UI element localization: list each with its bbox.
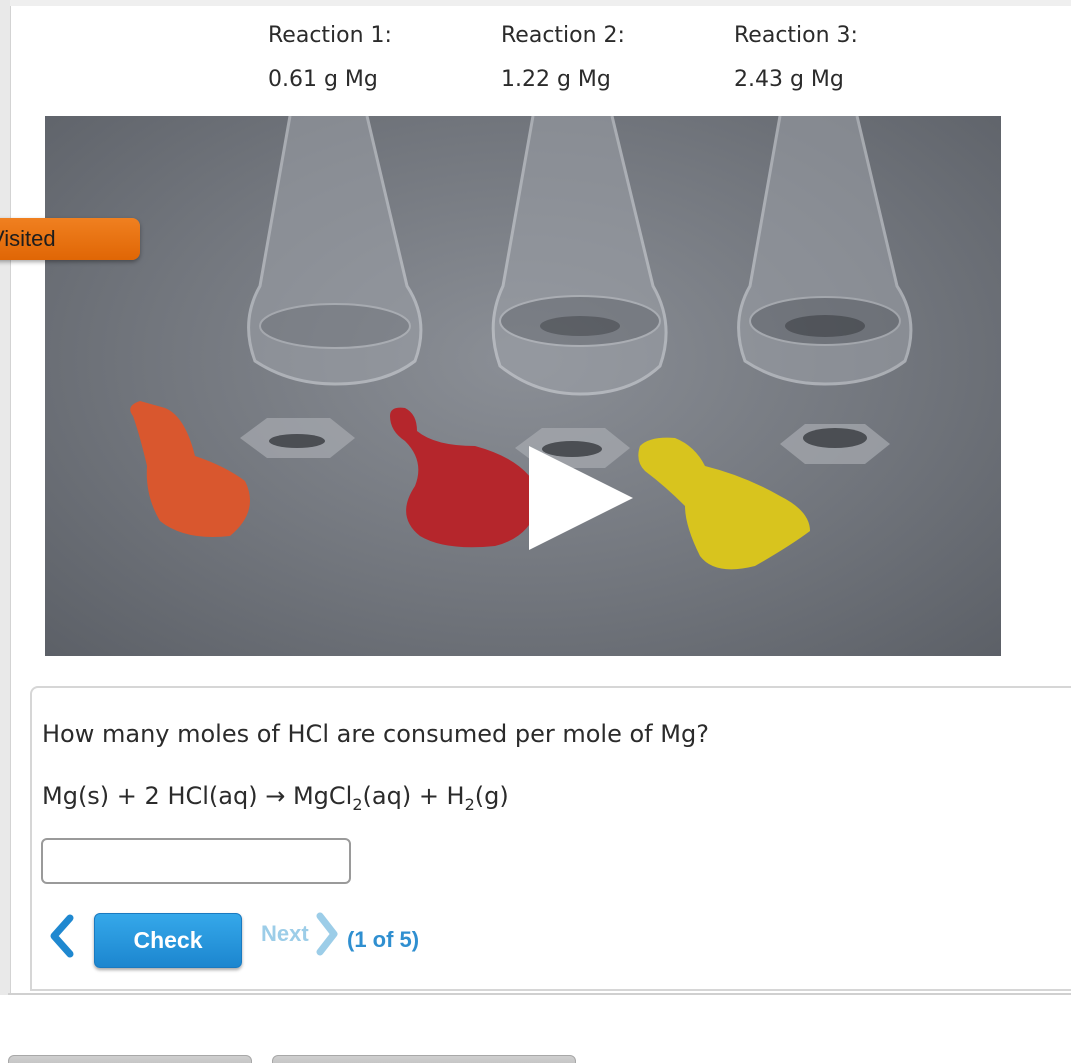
next-button[interactable]: Next (261, 918, 309, 950)
chevron-right-icon[interactable] (314, 912, 340, 956)
frame-bottom-line (8, 993, 1071, 995)
play-icon[interactable] (529, 446, 633, 550)
flask-3 (737, 116, 913, 386)
bottom-button-2[interactable] (272, 1055, 576, 1063)
check-button[interactable]: Check (94, 913, 242, 968)
reaction-1-mass: 0.61 g Mg (268, 67, 378, 92)
bottom-button-1[interactable] (8, 1055, 252, 1063)
reaction-3-mass: 2.43 g Mg (734, 67, 844, 92)
equation-reactants: Mg(s) + 2 HCl(aq) (42, 782, 266, 810)
reaction-2-mass: 1.22 g Mg (501, 67, 611, 92)
balloon-yellow (638, 437, 810, 570)
flask-2 (491, 116, 668, 396)
chevron-left-icon[interactable] (46, 914, 76, 958)
flask-1 (247, 116, 423, 386)
equation-product-mgcl: MgCl (285, 782, 353, 810)
page: Reaction 1: 0.61 g Mg Reaction 2: 1.22 g… (0, 0, 1071, 1063)
reaction-1: Reaction 1: 0.61 g Mg (268, 20, 392, 96)
page-counter: (1 of 5) (347, 927, 420, 952)
weigh-dish-3 (780, 424, 890, 464)
left-frame-rail (0, 0, 11, 995)
reaction-equation: Mg(s) + 2 HCl(aq) → MgCl2(aq) + H2(g) (42, 778, 509, 823)
question-prompt: How many moles of HCl are consumed per m… (42, 720, 709, 748)
visited-tab[interactable]: Visited (0, 218, 140, 260)
video-player[interactable] (45, 116, 1001, 656)
reaction-3: Reaction 3: 2.43 g Mg (734, 20, 858, 96)
equation-subscript-h: 2 (464, 794, 475, 814)
top-frame-rail (10, 0, 1071, 6)
video-frame-illustration (130, 116, 913, 570)
reaction-2-label: Reaction 2: (501, 23, 625, 48)
equation-arrow: → (265, 782, 286, 810)
reaction-3-label: Reaction 3: (734, 23, 858, 48)
balloon-orange (130, 401, 250, 537)
answer-input[interactable] (41, 838, 351, 884)
equation-product-gas: (g) (474, 782, 509, 810)
reaction-1-label: Reaction 1: (268, 23, 392, 48)
reaction-2: Reaction 2: 1.22 g Mg (501, 20, 625, 96)
weigh-dish-1 (240, 418, 355, 458)
equation-subscript-cl: 2 (352, 794, 363, 814)
equation-product-h: (aq) + H (362, 782, 465, 810)
balloon-red (390, 407, 540, 548)
